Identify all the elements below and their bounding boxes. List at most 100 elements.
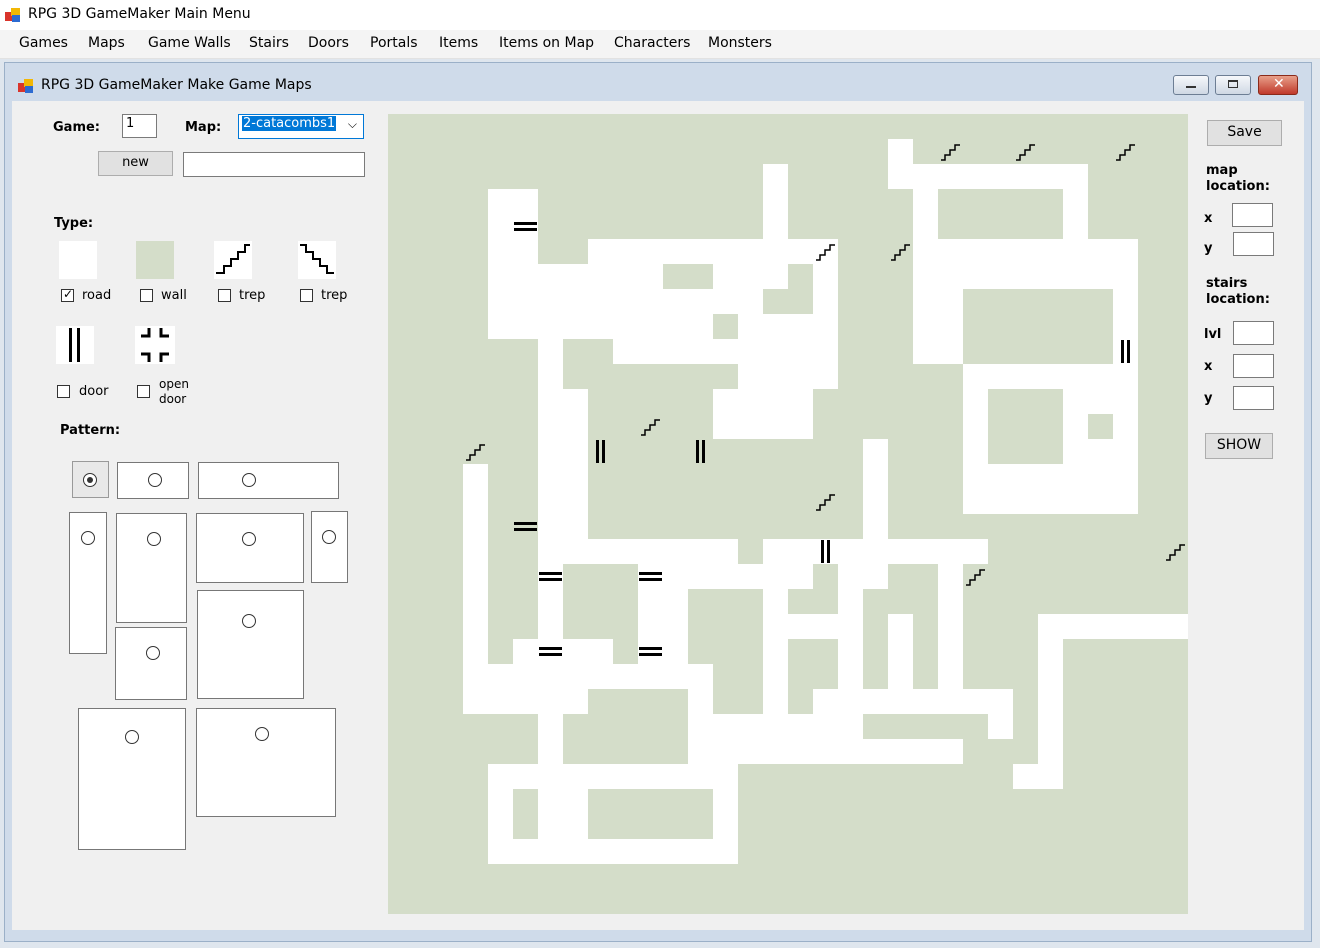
road-tile[interactable] [513, 689, 538, 714]
road-tile[interactable] [763, 689, 788, 714]
road-tile[interactable] [713, 739, 738, 764]
road-tile[interactable] [538, 264, 563, 289]
road-tile[interactable] [763, 414, 788, 439]
pattern-radio[interactable] [242, 614, 256, 628]
road-tile[interactable] [838, 664, 863, 689]
pattern-3x4[interactable] [78, 708, 186, 850]
road-tile[interactable] [763, 389, 788, 414]
road-tile[interactable] [738, 564, 763, 589]
road-tile[interactable] [738, 239, 763, 264]
road-tile[interactable] [913, 539, 938, 564]
road-tile[interactable] [763, 214, 788, 239]
road-tile[interactable] [638, 664, 663, 689]
road-tile[interactable] [938, 639, 963, 664]
road-tile[interactable] [1113, 289, 1138, 314]
road-tile[interactable] [513, 289, 538, 314]
road-tile[interactable] [538, 764, 563, 789]
road-tile[interactable] [688, 289, 713, 314]
road-tile[interactable] [938, 314, 963, 339]
stairs-x-input[interactable] [1233, 354, 1274, 378]
road-tile[interactable] [563, 539, 588, 564]
road-tile[interactable] [763, 664, 788, 689]
road-tile[interactable] [788, 239, 813, 264]
road-tile[interactable] [938, 664, 963, 689]
road-tile[interactable] [913, 314, 938, 339]
door-icon[interactable] [56, 326, 94, 364]
road-tile[interactable] [863, 514, 888, 539]
road-tile[interactable] [763, 339, 788, 364]
pattern-2x1[interactable] [117, 462, 189, 499]
road-tile[interactable] [563, 264, 588, 289]
road-tile[interactable] [538, 589, 563, 614]
road-tile[interactable] [738, 414, 763, 439]
road-tile[interactable] [463, 664, 488, 689]
road-tile[interactable] [963, 364, 988, 389]
road-tile[interactable] [588, 839, 613, 864]
road-tile[interactable] [938, 739, 963, 764]
road-tile[interactable] [688, 739, 713, 764]
road-tile[interactable] [863, 689, 888, 714]
road-tile[interactable] [738, 739, 763, 764]
road-tile[interactable] [963, 539, 988, 564]
road-tile[interactable] [1088, 614, 1113, 639]
road-tile[interactable] [1113, 464, 1138, 489]
road-tile[interactable] [1088, 239, 1113, 264]
road-tile[interactable] [888, 539, 913, 564]
road-tile[interactable] [1088, 364, 1113, 389]
road-tile[interactable] [813, 339, 838, 364]
road-tile[interactable] [1113, 264, 1138, 289]
road-tile[interactable] [938, 239, 963, 264]
stairs-down-checkbox[interactable] [300, 289, 313, 302]
road-tile[interactable] [613, 839, 638, 864]
road-tile[interactable] [913, 289, 938, 314]
road-tile[interactable] [613, 289, 638, 314]
road-tile[interactable] [813, 364, 838, 389]
map-select[interactable]: 2-catacombs1 ⌵ [238, 114, 364, 139]
road-tile[interactable] [663, 539, 688, 564]
open-door-icon[interactable] [135, 326, 175, 364]
road-tile[interactable] [563, 789, 588, 814]
road-tile[interactable] [1038, 464, 1063, 489]
road-tile[interactable] [563, 839, 588, 864]
road-tile[interactable] [563, 489, 588, 514]
road-tile[interactable] [688, 714, 713, 739]
road-tile[interactable] [1013, 489, 1038, 514]
road-tile[interactable] [1063, 239, 1088, 264]
road-tile[interactable] [538, 314, 563, 339]
road-tile[interactable] [938, 164, 963, 189]
new-map-button[interactable]: new [98, 151, 173, 176]
road-tile[interactable] [838, 564, 863, 589]
road-tile[interactable] [1063, 164, 1088, 189]
road-tile[interactable] [1038, 739, 1063, 764]
road-tile[interactable] [938, 539, 963, 564]
road-tile[interactable] [663, 589, 688, 614]
road-tile[interactable] [988, 489, 1013, 514]
road-tile[interactable] [538, 389, 563, 414]
road-tile[interactable] [838, 589, 863, 614]
road-tile[interactable] [813, 739, 838, 764]
road-tile[interactable] [713, 764, 738, 789]
road-tile[interactable] [763, 564, 788, 589]
road-tile[interactable] [963, 164, 988, 189]
door-checkbox[interactable] [57, 385, 70, 398]
road-tile[interactable] [863, 489, 888, 514]
road-tile[interactable] [538, 514, 563, 539]
road-tile[interactable] [488, 814, 513, 839]
road-tile[interactable] [963, 414, 988, 439]
road-tile[interactable] [688, 339, 713, 364]
road-tile[interactable] [813, 714, 838, 739]
menu-items-on-map[interactable]: Items on Map [499, 35, 594, 51]
road-tile[interactable] [1038, 664, 1063, 689]
road-tile[interactable] [1088, 464, 1113, 489]
road-tile[interactable] [963, 689, 988, 714]
wall-checkbox[interactable] [140, 289, 153, 302]
road-tile[interactable] [563, 514, 588, 539]
road-tile[interactable] [613, 764, 638, 789]
road-tile[interactable] [1113, 314, 1138, 339]
road-tile[interactable] [813, 264, 838, 289]
road-tile[interactable] [1063, 439, 1088, 464]
road-tile[interactable] [738, 314, 763, 339]
road-tile[interactable] [788, 539, 813, 564]
road-tile[interactable] [713, 564, 738, 589]
pattern-3x3[interactable] [197, 590, 304, 699]
